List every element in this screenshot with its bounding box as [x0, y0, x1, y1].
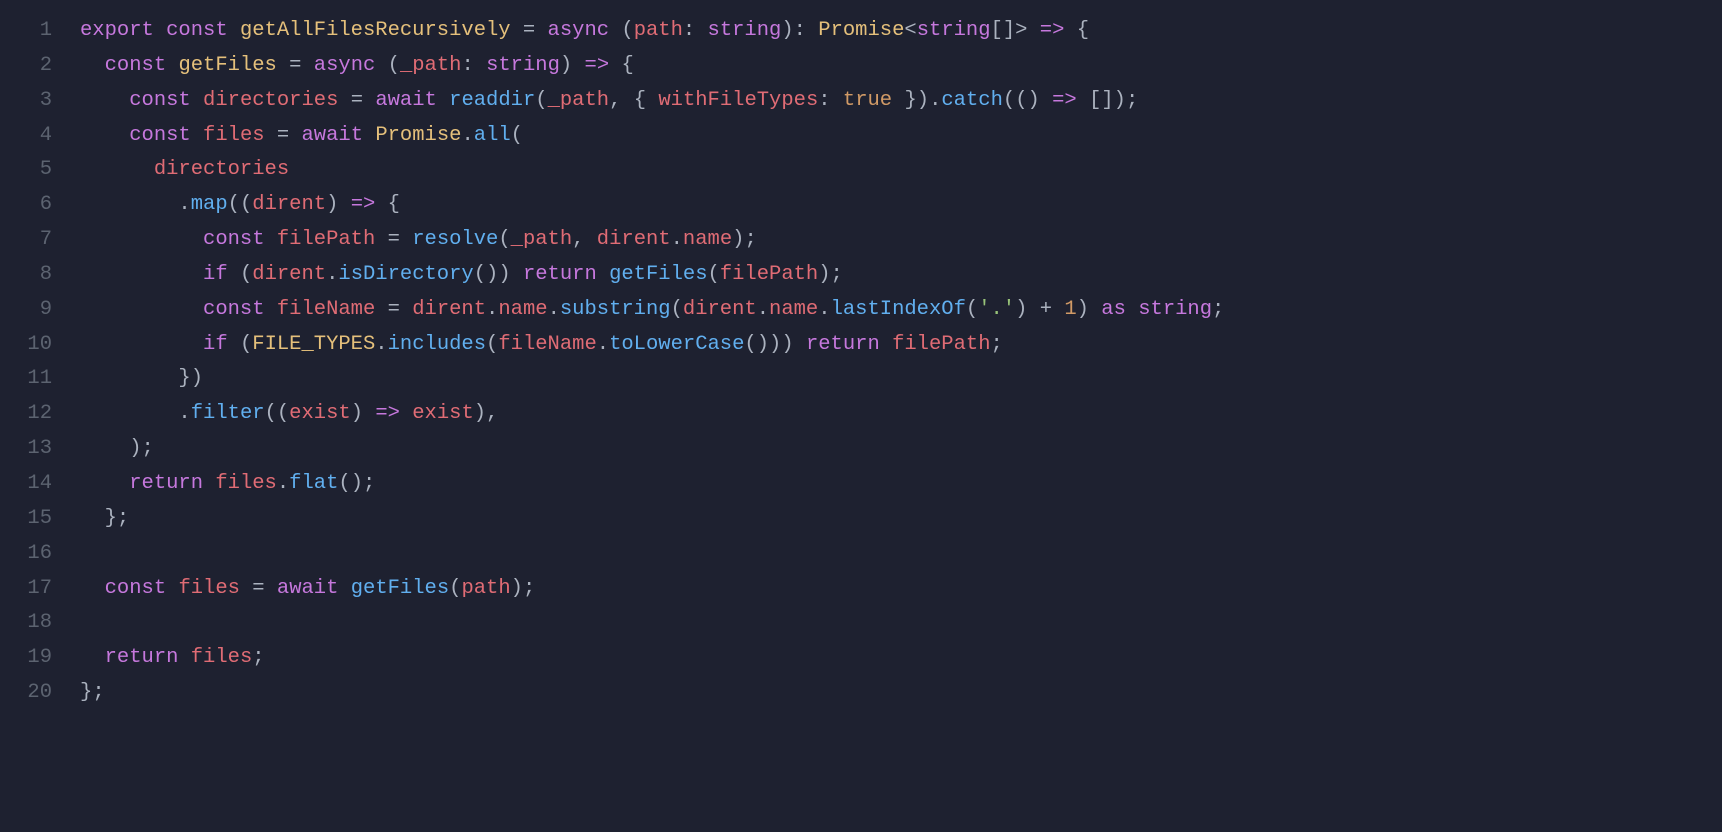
code-line[interactable]: 18: [0, 606, 1722, 641]
code-line[interactable]: 19 return files;: [0, 641, 1722, 676]
line-number: 13: [0, 432, 80, 467]
line-number: 17: [0, 572, 80, 607]
code-content[interactable]: directories: [80, 153, 1722, 188]
code-content[interactable]: const filePath = resolve(_path, dirent.n…: [80, 223, 1722, 258]
code-content[interactable]: if (FILE_TYPES.includes(fileName.toLower…: [80, 328, 1722, 363]
line-number: 15: [0, 502, 80, 537]
line-number: 16: [0, 537, 80, 572]
code-line[interactable]: 20 };: [0, 676, 1722, 711]
line-number: 3: [0, 84, 80, 119]
code-editor[interactable]: 1 export const getAllFilesRecursively = …: [0, 14, 1722, 711]
code-content[interactable]: const files = await getFiles(path);: [80, 572, 1722, 607]
line-number: 19: [0, 641, 80, 676]
line-number: 5: [0, 153, 80, 188]
line-number: 2: [0, 49, 80, 84]
code-line[interactable]: 3 const directories = await readdir(_pat…: [0, 84, 1722, 119]
code-content[interactable]: const directories = await readdir(_path,…: [80, 84, 1722, 119]
line-number: 6: [0, 188, 80, 223]
code-content[interactable]: const files = await Promise.all(: [80, 119, 1722, 154]
line-number: 18: [0, 606, 80, 641]
line-number: 7: [0, 223, 80, 258]
code-line[interactable]: 10 if (FILE_TYPES.includes(fileName.toLo…: [0, 328, 1722, 363]
code-content[interactable]: const getFiles = async (_path: string) =…: [80, 49, 1722, 84]
code-content[interactable]: return files.flat();: [80, 467, 1722, 502]
code-line[interactable]: 17 const files = await getFiles(path);: [0, 572, 1722, 607]
line-number: 10: [0, 328, 80, 363]
code-line[interactable]: 2 const getFiles = async (_path: string)…: [0, 49, 1722, 84]
code-content[interactable]: .map((dirent) => {: [80, 188, 1722, 223]
code-line[interactable]: 14 return files.flat();: [0, 467, 1722, 502]
code-line[interactable]: 11 }): [0, 362, 1722, 397]
code-line[interactable]: 16: [0, 537, 1722, 572]
line-number: 1: [0, 14, 80, 49]
code-line[interactable]: 4 const files = await Promise.all(: [0, 119, 1722, 154]
code-content[interactable]: );: [80, 432, 1722, 467]
code-content[interactable]: return files;: [80, 641, 1722, 676]
code-line[interactable]: 15 };: [0, 502, 1722, 537]
code-line[interactable]: 12 .filter((exist) => exist),: [0, 397, 1722, 432]
line-number: 20: [0, 676, 80, 711]
code-content[interactable]: }): [80, 362, 1722, 397]
code-content[interactable]: export const getAllFilesRecursively = as…: [80, 14, 1722, 49]
code-line[interactable]: 6 .map((dirent) => {: [0, 188, 1722, 223]
code-line[interactable]: 7 const filePath = resolve(_path, dirent…: [0, 223, 1722, 258]
code-line[interactable]: 8 if (dirent.isDirectory()) return getFi…: [0, 258, 1722, 293]
line-number: 11: [0, 362, 80, 397]
code-line[interactable]: 13 );: [0, 432, 1722, 467]
code-line[interactable]: 5 directories: [0, 153, 1722, 188]
line-number: 14: [0, 467, 80, 502]
code-content[interactable]: };: [80, 502, 1722, 537]
code-line[interactable]: 9 const fileName = dirent.name.substring…: [0, 293, 1722, 328]
line-number: 9: [0, 293, 80, 328]
code-content[interactable]: if (dirent.isDirectory()) return getFile…: [80, 258, 1722, 293]
code-content[interactable]: };: [80, 676, 1722, 711]
code-line[interactable]: 1 export const getAllFilesRecursively = …: [0, 14, 1722, 49]
line-number: 12: [0, 397, 80, 432]
line-number: 4: [0, 119, 80, 154]
code-content[interactable]: .filter((exist) => exist),: [80, 397, 1722, 432]
code-content[interactable]: const fileName = dirent.name.substring(d…: [80, 293, 1722, 328]
line-number: 8: [0, 258, 80, 293]
